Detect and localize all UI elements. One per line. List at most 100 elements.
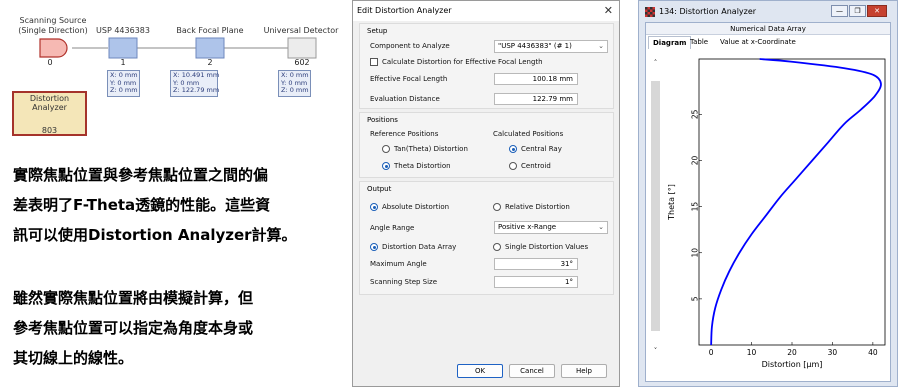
window-title: 134: Distortion Analyzer [659,7,757,16]
plane-label: Back Focal Plane [176,26,244,35]
paragraph-reference: 雖然實際焦點位置將由模擬計算，但 參考焦點位置可以指定為角度本身或 其切線上的線… [13,283,333,373]
relative-distortion-radio[interactable] [493,203,501,211]
setup-title: Setup [367,27,388,35]
output-title: Output [367,185,392,193]
reference-positions-label: Reference Positions [370,130,439,138]
cancel-button[interactable]: Cancel [509,364,555,378]
coord-z: Z: 0 mm [281,86,309,95]
paragraph-line: 訊可以使用Distortion Analyzer計算。 [13,226,297,244]
tan-theta-label: Tan(Theta) Distortion [394,145,468,153]
theta-distortion-radio[interactable] [382,162,390,170]
x-axis-label: Distortion [μm] [762,360,823,369]
calc-efl-label: Calculate Distortion for Effective Focal… [382,58,543,66]
absolute-distortion-label: Absolute Distortion [382,203,450,211]
y-axis-label: Theta [°] [667,184,676,221]
paragraph-line: 其切線上的線性。 [13,349,134,367]
plane-icon[interactable] [195,37,225,59]
setup-group: Setup Component to Analyze "USP 4436383"… [359,23,614,109]
edit-distortion-analyzer-dialog: Edit Distortion Analyzer ✕ Setup Compone… [352,0,620,387]
centroid-label: Centroid [521,162,551,170]
source-label: Scanning Source (Single Direction) [18,16,88,35]
theta-distortion-label: Theta Distortion [394,162,451,170]
tan-theta-radio[interactable] [382,145,390,153]
detector-label: Universal Detector [263,26,339,35]
eval-distance-field[interactable]: 122.79 mm [494,93,578,105]
paragraph-line: 參考焦點位置可以指定為角度本身或 [13,319,254,337]
lens-coordinates: X: 0 mm Y: 0 mm Z: 0 mm [107,70,140,97]
max-angle-field[interactable]: 31° [494,258,578,270]
y-tick-label: 25 [691,109,700,119]
single-values-label: Single Distortion Values [505,243,589,251]
relative-distortion-label: Relative Distortion [505,203,570,211]
paragraph-line: 實際焦點位置與參考焦點位置之間的偏 [13,166,269,184]
step-size-field[interactable]: 1° [494,276,578,288]
close-icon[interactable]: ✕ [867,5,887,17]
analyzer-number: 803 [41,126,58,135]
y-tick-label: 15 [691,202,700,212]
coord-z: Z: 122.79 mm [173,86,220,95]
paragraph-line: 雖然實際焦點位置將由模擬計算，但 [13,289,254,307]
step-size-label: Scanning Step Size [370,278,438,286]
distortion-analyzer-window: 134: Distortion Analyzer — ❐ ✕ Numerical… [638,0,898,387]
app-icon [645,7,655,17]
y-tick-label: 10 [691,248,700,258]
y-tick-label: 20 [691,155,700,165]
x-tick-label: 20 [787,348,797,357]
central-ray-radio[interactable] [509,145,517,153]
positions-group: Positions Reference Positions Calculated… [359,112,614,178]
centroid-radio[interactable] [509,162,517,170]
ok-button[interactable]: OK [457,364,503,378]
paragraph-line: 差表明了F-Theta透鏡的性能。這些資 [13,196,271,214]
chevron-down-icon: ⌄ [598,223,604,231]
output-group: Output Absolute Distortion Relative Dist… [359,181,614,295]
x-tick-label: 10 [747,348,757,357]
eval-distance-label: Evaluation Distance [370,95,440,103]
calc-efl-checkbox[interactable] [370,58,378,66]
distortion-analyzer-node[interactable]: Distortion Analyzer 803 [12,91,87,136]
system-diagram: Scanning Source (Single Direction) 0 USP… [0,0,340,145]
chevron-down-icon: ⌄ [598,42,604,50]
component-select[interactable]: "USP 4436383" (# 1) ⌄ [494,40,608,53]
angle-range-select[interactable]: Positive x-Range ⌄ [494,221,608,234]
detector-coordinates: X: 0 mm Y: 0 mm Z: 0 mm [278,70,311,97]
detector-icon[interactable] [287,37,317,59]
data-array-radio[interactable] [370,243,378,251]
distortion-chart: 0 10 20 30 40 5 10 15 20 25 Distortion [μm] Theta [… [667,58,886,369]
paragraph-performance: 實際焦點位置與參考焦點位置之間的偏 差表明了F-Theta透鏡的性能。這些資 訊… [13,160,333,250]
restore-icon[interactable]: ❐ [849,5,866,17]
component-value: "USP 4436383" (# 1) [498,42,572,50]
plane-number: 2 [207,58,213,67]
central-ray-label: Central Ray [521,145,562,153]
close-icon[interactable]: ✕ [604,4,613,17]
efl-label: Effective Focal Length [370,75,448,83]
y-tick-label: 5 [691,296,700,301]
x-tick-label: 30 [828,348,838,357]
window-titlebar: 134: Distortion Analyzer — ❐ ✕ [639,1,897,21]
calculated-positions-label: Calculated Positions [493,130,564,138]
angle-range-value: Positive x-Range [498,223,557,231]
dialog-title: Edit Distortion Analyzer [357,6,452,15]
efl-field[interactable]: 100.18 mm [494,73,578,85]
absolute-distortion-radio[interactable] [370,203,378,211]
positions-title: Positions [367,116,398,124]
max-angle-label: Maximum Angle [370,260,427,268]
lens-number: 1 [120,58,126,67]
source-icon[interactable] [39,38,68,58]
lens-label: USP 4436383 [96,26,150,35]
analyzer-label: Distortion Analyzer [29,94,70,112]
x-tick-label: 0 [709,348,714,357]
component-label: Component to Analyze [370,42,450,50]
coord-z: Z: 0 mm [110,86,138,95]
x-tick-label: 40 [868,348,878,357]
plot-area [698,58,886,346]
angle-range-label: Angle Range [370,224,415,232]
lens-icon[interactable] [108,37,138,59]
help-button[interactable]: Help [561,364,607,378]
plane-coordinates: X: 10.491 mm Y: 0 mm Z: 122.79 mm [170,70,220,97]
single-values-radio[interactable] [493,243,501,251]
detector-number: 602 [294,58,310,67]
window-body: Numerical Data Array Diagram Table Value… [645,22,891,382]
source-number: 0 [47,58,53,67]
dialog-titlebar: Edit Distortion Analyzer ✕ [353,1,619,21]
minimize-icon[interactable]: — [831,5,848,17]
